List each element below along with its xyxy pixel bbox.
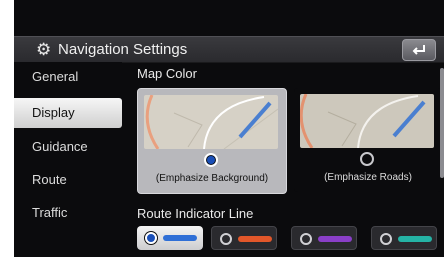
line-color-swatch: [398, 236, 432, 242]
sidebar-item-traffic[interactable]: Traffic: [14, 198, 122, 228]
map-preview-roads: [300, 94, 434, 148]
map-color-option-background[interactable]: (Emphasize Background): [137, 88, 287, 194]
page-title: Navigation Settings: [58, 41, 188, 58]
line-color-swatch: [238, 236, 272, 242]
line-color-swatch: [163, 235, 197, 241]
sidebar-item-route[interactable]: Route: [14, 165, 122, 195]
route-line-option-teal[interactable]: [371, 226, 437, 250]
map-color-label: Map Color: [137, 66, 197, 81]
sidebar-item-general[interactable]: General: [14, 62, 122, 92]
navigation-settings-screen: ⚙ Navigation Settings General Display Gu…: [14, 0, 446, 257]
sidebar-item-label: Route: [32, 172, 67, 187]
back-button[interactable]: [402, 39, 436, 61]
line-color-swatch: [318, 236, 352, 242]
sidebar-item-label: Guidance: [32, 139, 88, 154]
map-color-radio: [204, 153, 218, 167]
route-line-radio: [380, 233, 392, 245]
map-color-option-roads[interactable]: (Emphasize Roads): [294, 88, 442, 192]
map-color-option-label: (Emphasize Roads): [324, 172, 412, 183]
sidebar-item-label: General: [32, 69, 79, 84]
route-line-option-blue[interactable]: [137, 226, 203, 250]
route-line-radio: [145, 232, 157, 244]
sidebar-item-label: Display: [32, 105, 75, 120]
map-color-radio: [360, 152, 374, 166]
map-preview-background: [144, 95, 278, 149]
settings-sidebar: General Display Guidance Route Traffic: [14, 62, 122, 257]
sidebar-item-label: Traffic: [32, 205, 68, 220]
header-bar: ⚙ Navigation Settings: [14, 36, 446, 63]
route-line-option-orange[interactable]: [211, 226, 277, 250]
sidebar-item-guidance[interactable]: Guidance: [14, 132, 122, 162]
back-arrow-icon: [412, 45, 425, 55]
gear-icon: ⚙: [36, 40, 52, 59]
route-line-option-purple[interactable]: [291, 226, 357, 250]
map-color-option-label: (Emphasize Background): [155, 173, 269, 184]
route-line-label: Route Indicator Line: [137, 206, 254, 221]
route-line-radio: [220, 233, 232, 245]
route-line-radio: [300, 233, 312, 245]
sidebar-item-display[interactable]: Display: [14, 98, 122, 128]
